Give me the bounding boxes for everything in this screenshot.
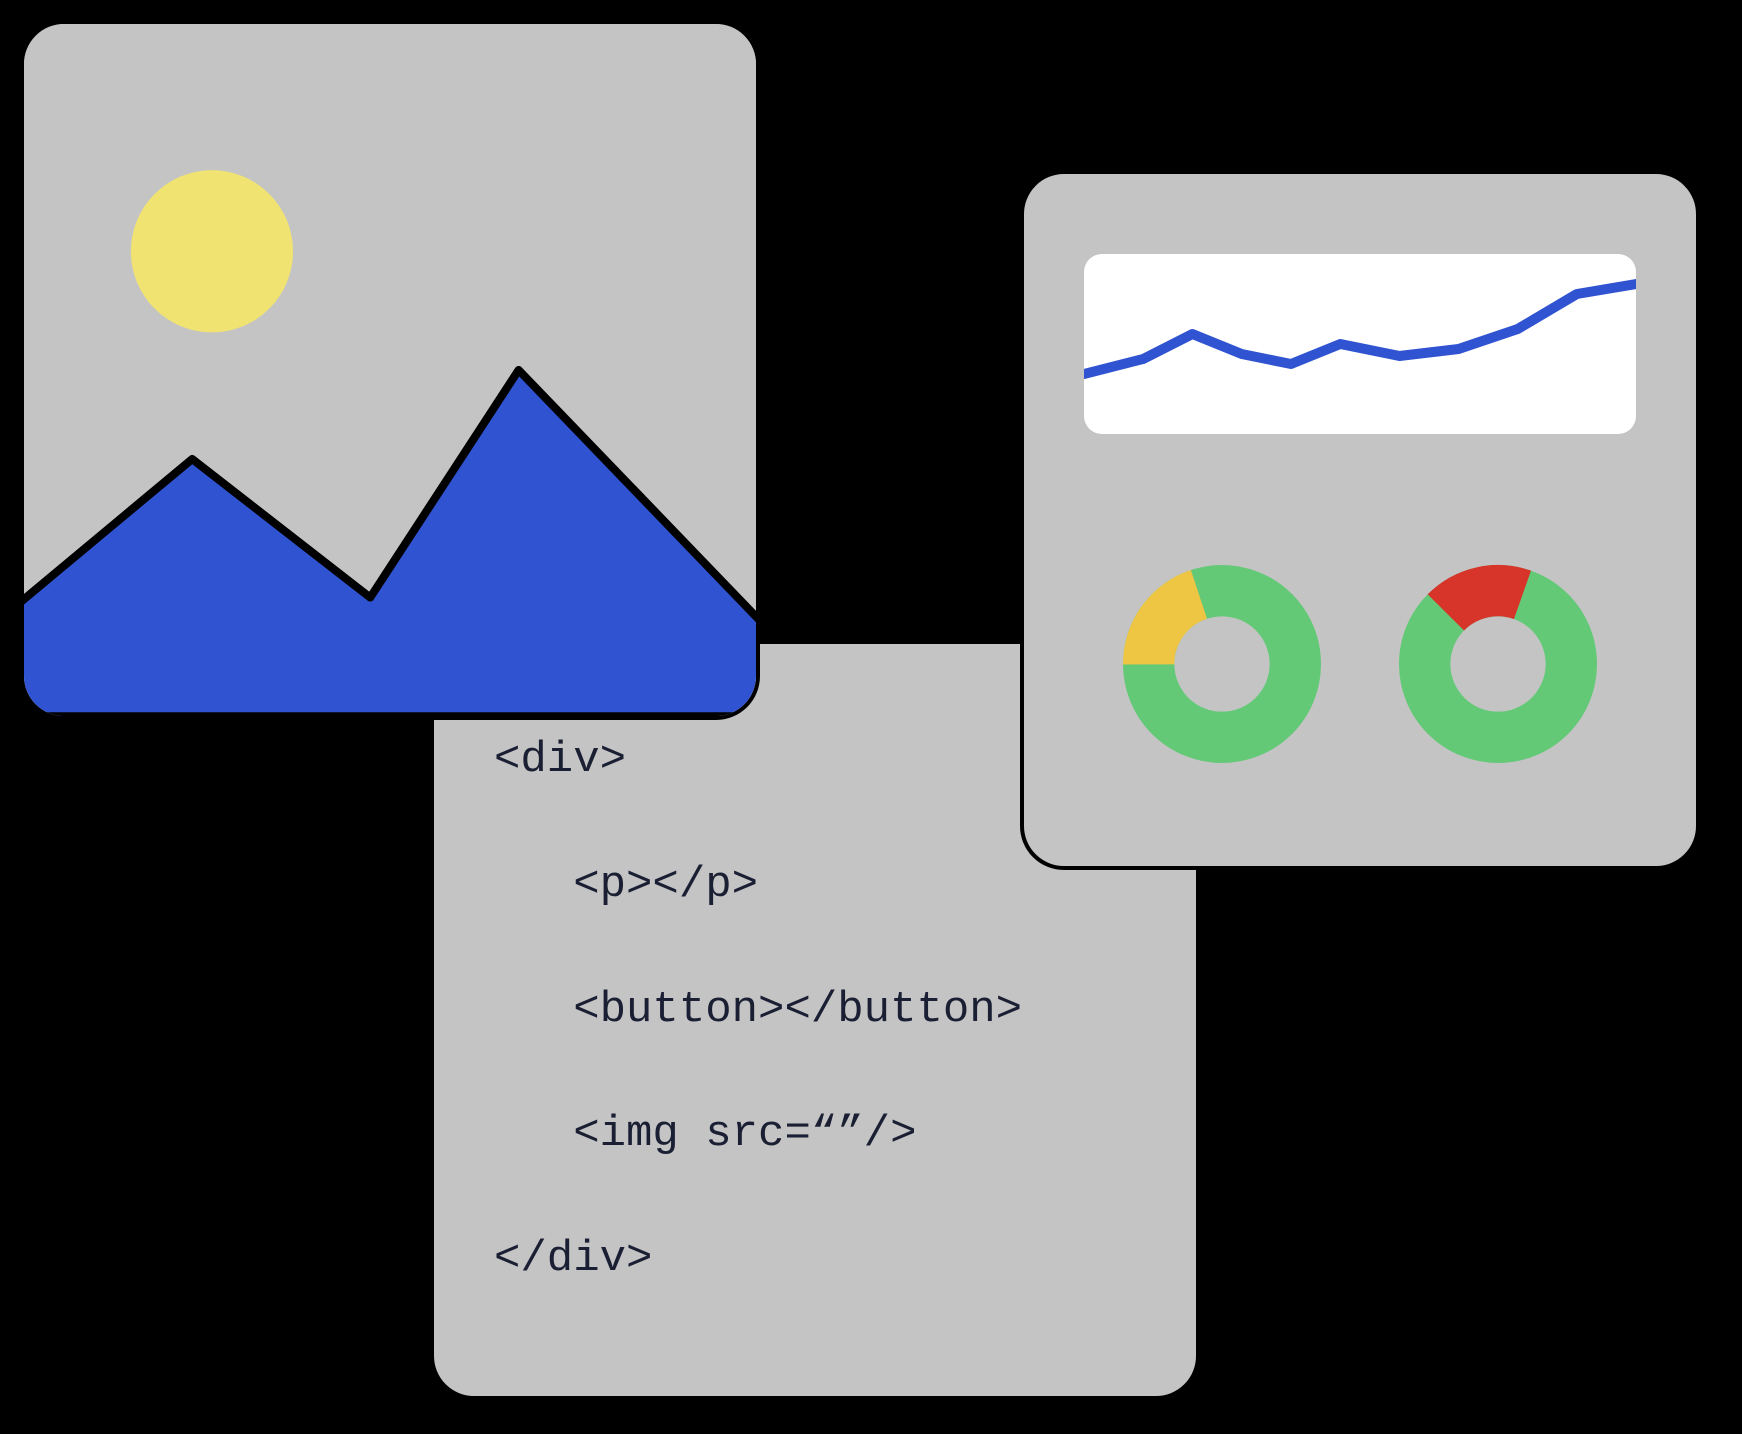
image-card <box>20 20 760 720</box>
donut-chart-icon <box>1112 554 1332 774</box>
code-line-3: <button></button> <box>494 984 1136 1037</box>
line-chart-icon <box>1084 254 1636 434</box>
code-line-5: </div> <box>494 1233 1136 1286</box>
donut-chart-2 <box>1388 554 1608 774</box>
analytics-card <box>1020 170 1700 870</box>
donut-chart-icon <box>1388 554 1608 774</box>
donut-chart-1 <box>1112 554 1332 774</box>
donut-row <box>1084 554 1636 774</box>
image-placeholder-icon <box>24 24 756 716</box>
line-chart <box>1084 254 1636 434</box>
code-line-4: <img src=“”/> <box>494 1108 1136 1161</box>
code-line-2: <p></p> <box>494 859 1136 912</box>
